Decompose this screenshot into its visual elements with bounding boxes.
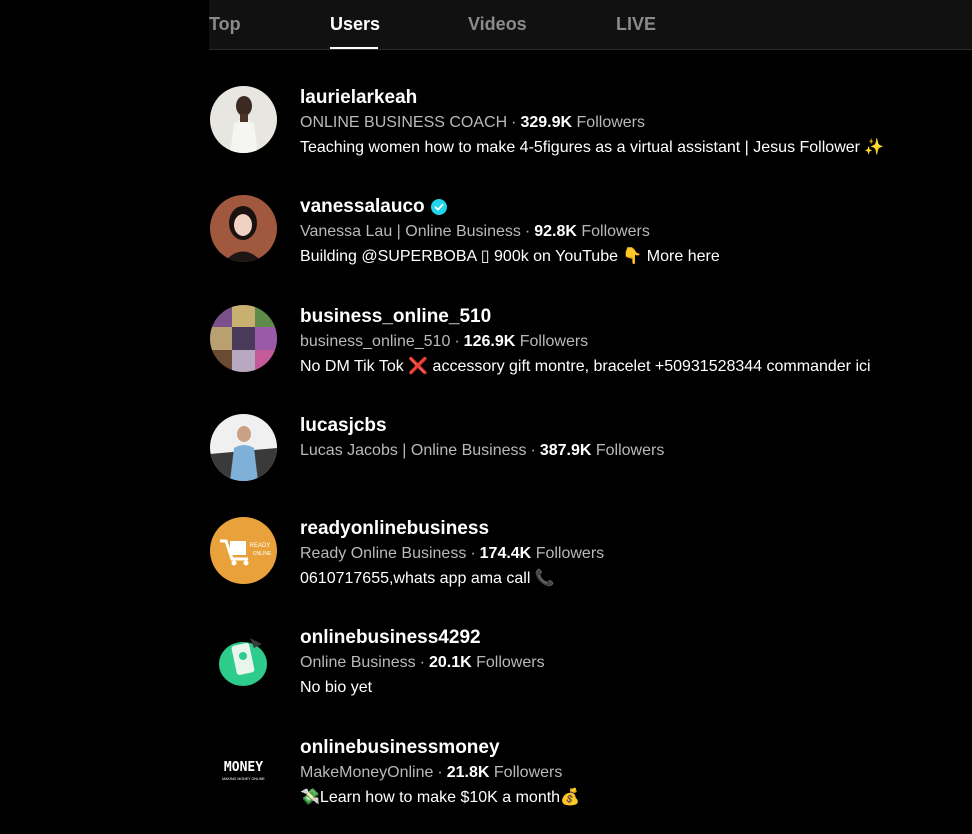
svg-text:MONEY: MONEY (224, 760, 263, 775)
user-result-row[interactable]: laurielarkeah ONLINE BUSINESS COACH · 329.… (209, 86, 972, 176)
followers-label: Followers (595, 442, 665, 459)
display-name: MakeMoneyOnline (300, 764, 434, 781)
followers-label: Followers (519, 333, 589, 350)
avatar[interactable] (210, 195, 277, 262)
user-result-row[interactable]: MONEY MAKING MONEY ONLINE onlinebusiness… (209, 736, 972, 826)
user-subline: Lucas Jacobs | Online Business · 387.9K Fo… (300, 442, 665, 459)
avatar-image (210, 195, 277, 262)
tab-videos[interactable]: Videos (468, 14, 527, 35)
username-text: laurielarkeah (300, 87, 418, 108)
tab-users[interactable]: Users (330, 14, 381, 49)
followers-label: Followers (535, 545, 605, 562)
avatar-image (210, 626, 277, 693)
display-name: Ready Online Business (300, 545, 467, 562)
avatar-image: READY ONLINE (210, 517, 277, 584)
username[interactable]: onlinebusinessmoney (300, 736, 972, 760)
username[interactable]: readyonlinebusiness (300, 517, 972, 541)
display-name: ONLINE BUSINESS COACH (300, 114, 508, 131)
avatar-image: MONEY MAKING MONEY ONLINE (210, 736, 277, 803)
avatar-image (210, 305, 277, 372)
user-result-row[interactable]: READY ONLINE readyonlinebusiness Ready O… (209, 517, 972, 607)
followers-label: Followers (581, 223, 650, 240)
tab-users-label: Users (330, 14, 381, 34)
username-text: vanessalauco (300, 196, 425, 217)
user-subline: Ready Online Business · 174.4K Followers (300, 545, 605, 562)
tab-top[interactable]: Top (209, 14, 241, 35)
avatar-image (210, 86, 277, 153)
user-bio: Teaching women how to make 4-5figures as… (300, 139, 885, 156)
tab-live[interactable]: LIVE (616, 14, 656, 35)
avatar[interactable]: MONEY MAKING MONEY ONLINE (210, 736, 277, 803)
user-bio: No bio yet (300, 679, 373, 696)
avatar[interactable] (210, 86, 277, 153)
avatar[interactable] (210, 626, 277, 693)
username-text: business_online_510 (300, 306, 492, 327)
user-bio: No DM Tik Tok ❌ accessory gift montre, b… (300, 358, 871, 375)
avatar[interactable] (210, 305, 277, 372)
display-name: Lucas Jacobs | Online Business (300, 442, 527, 459)
user-subline: MakeMoneyOnline · 21.8K Followers (300, 764, 563, 781)
followers-label: Followers (576, 114, 645, 131)
username[interactable]: lucasjcbs (300, 414, 972, 438)
username[interactable]: vanessalauco (300, 195, 972, 219)
svg-text:READY: READY (250, 543, 271, 549)
user-bio: 💸Learn how to make $10K a month💰 (300, 789, 580, 806)
user-subline: ONLINE BUSINESS COACH · 329.9K Followers (300, 114, 645, 131)
display-name: Vanessa Lau | Online Business (300, 223, 521, 240)
username-text: onlinebusinessmoney (300, 737, 500, 758)
user-subline: Online Business · 20.1K Followers (300, 654, 545, 671)
username[interactable]: onlinebusiness4292 (300, 626, 972, 650)
followers-count: 92.8K (534, 223, 577, 240)
user-result-row[interactable]: vanessalauco Vanessa Lau | Online Busine… (209, 195, 972, 285)
display-name: business_online_510 (300, 333, 451, 350)
verified-badge-icon (430, 199, 447, 215)
followers-count: 174.4K (479, 545, 532, 562)
followers-label: Followers (476, 654, 545, 671)
user-bio: Building @SUPERBOBA ▯ 900k on YouTube 👇 … (300, 248, 720, 265)
user-subline: Vanessa Lau | Online Business · 92.8K Foll… (300, 223, 650, 240)
svg-text:ONLINE: ONLINE (253, 551, 272, 557)
followers-count: 126.9K (463, 333, 516, 350)
user-subline: business_online_510 · 126.9K Followers (300, 333, 589, 350)
user-result-row[interactable]: lucasjcbs Lucas Jacobs | Online Business… (209, 414, 972, 504)
username[interactable]: business_online_510 (300, 305, 972, 329)
user-result-row[interactable]: onlinebusiness4292 Online Business · 20.1K… (209, 626, 972, 716)
avatar-image (210, 414, 277, 481)
search-tabs: Top Users Videos LIVE (209, 0, 972, 50)
followers-count: 329.9K (520, 114, 573, 131)
username-text: onlinebusiness4292 (300, 627, 481, 648)
avatar[interactable]: READY ONLINE (210, 517, 277, 584)
username-text: readyonlinebusiness (300, 518, 490, 539)
user-result-row[interactable]: business_online_510 business_online_510 ·… (209, 305, 972, 395)
followers-count: 387.9K (539, 442, 592, 459)
followers-count: 20.1K (428, 654, 472, 671)
followers-count: 21.8K (446, 764, 490, 781)
svg-text:MAKING MONEY ONLINE: MAKING MONEY ONLINE (222, 777, 265, 781)
user-bio: 0610717655,whats app ama call 📞 (300, 570, 555, 587)
display-name: Online Business (300, 654, 416, 671)
username[interactable]: laurielarkeah (300, 86, 972, 110)
username-text: lucasjcbs (300, 415, 387, 436)
followers-label: Followers (493, 764, 563, 781)
active-tab-indicator (330, 47, 378, 49)
avatar[interactable] (210, 414, 277, 481)
